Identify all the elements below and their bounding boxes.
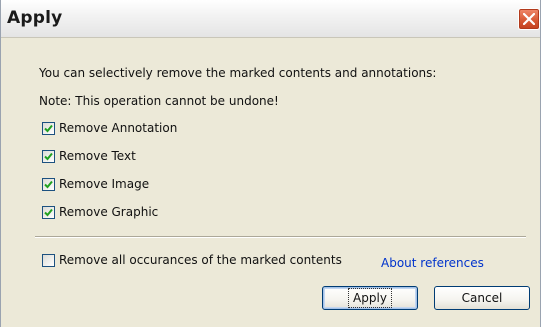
apply-button-label: Apply xyxy=(348,288,392,308)
label-remove-annotation[interactable]: Remove Annotation xyxy=(59,121,177,135)
separator xyxy=(35,236,526,238)
checkmark-icon xyxy=(44,180,53,189)
about-references-link[interactable]: About references xyxy=(381,256,484,270)
checkbox-remove-graphic[interactable] xyxy=(42,206,55,219)
intro-text: You can selectively remove the marked co… xyxy=(39,66,437,80)
label-remove-graphic[interactable]: Remove Graphic xyxy=(59,205,158,219)
label-remove-all-occurances[interactable]: Remove all occurances of the marked cont… xyxy=(59,253,342,267)
close-icon xyxy=(523,13,535,25)
checkmark-icon xyxy=(44,208,53,217)
dialog-title: Apply xyxy=(7,8,63,28)
checkmark-icon xyxy=(44,152,53,161)
checkbox-remove-annotation[interactable] xyxy=(42,122,55,135)
cancel-button[interactable]: Cancel xyxy=(434,286,530,310)
apply-button[interactable]: Apply xyxy=(322,286,418,310)
checkbox-remove-image[interactable] xyxy=(42,178,55,191)
checkmark-icon xyxy=(44,124,53,133)
checkbox-remove-all-occurances[interactable] xyxy=(42,254,55,267)
label-remove-image[interactable]: Remove Image xyxy=(59,177,149,191)
note-text: Note: This operation cannot be undone! xyxy=(39,94,279,108)
title-bar[interactable]: Apply xyxy=(1,0,540,38)
close-button[interactable] xyxy=(518,8,540,30)
label-remove-text[interactable]: Remove Text xyxy=(59,149,136,163)
checkbox-remove-text[interactable] xyxy=(42,150,55,163)
cancel-button-label: Cancel xyxy=(461,291,503,305)
apply-dialog: Apply You can selectively remove the mar… xyxy=(0,0,541,327)
